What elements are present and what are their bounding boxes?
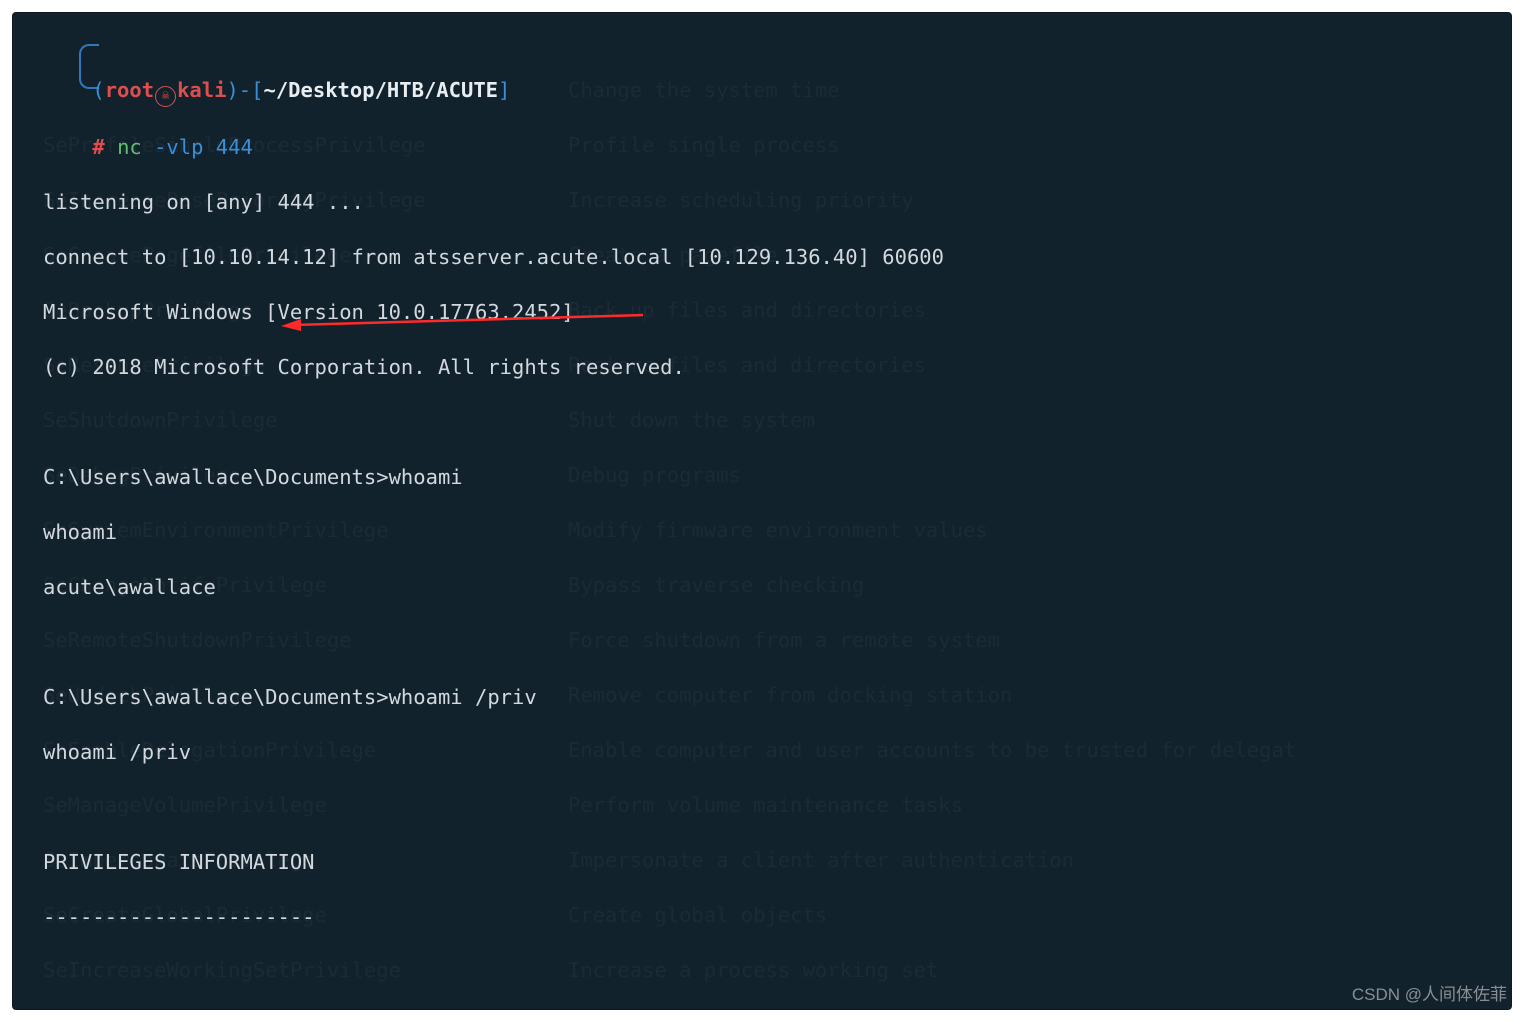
prompt-user: root — [105, 78, 154, 102]
prompt-hash: # — [92, 135, 104, 159]
prompt-line-1: (root☠kali)-[~/Desktop/HTB/ACUTE] — [43, 77, 1481, 107]
prompt-host: kali — [177, 78, 226, 102]
windows-copyright: (c) 2018 Microsoft Corporation. All righ… — [43, 354, 1481, 382]
windows-version: Microsoft Windows [Version 10.0.17763.24… — [43, 299, 1481, 327]
command-args: -vlp 444 — [154, 135, 253, 159]
priv-header: PRIVILEGES INFORMATION — [43, 849, 1481, 877]
watermark: CSDN @人间体佐菲 — [1352, 980, 1507, 1005]
echo-whoami: whoami — [43, 519, 1481, 547]
command-name: nc — [117, 135, 142, 159]
terminal-window[interactable]: Change the system time SeProfileSinglePr… — [12, 12, 1512, 1010]
skull-icon: ☠ — [155, 86, 176, 107]
echo-whoami-priv: whoami /priv — [43, 739, 1481, 767]
nc-listening: listening on [any] 444 ... — [43, 189, 1481, 217]
screenshot-frame: Change the system time SeProfileSinglePr… — [0, 0, 1524, 1022]
prompt-line-2: # nc -vlp 444 — [43, 134, 1481, 162]
cmd-whoami: C:\Users\awallace\Documents>whoami — [43, 464, 1481, 492]
nc-connect: connect to [10.10.14.12] from atsserver.… — [43, 244, 1481, 272]
whoami-result: acute\awallace — [43, 574, 1481, 602]
priv-header-rule: ---------------------- — [43, 904, 1481, 932]
terminal-output: (root☠kali)-[~/Desktop/HTB/ACUTE] # nc -… — [13, 13, 1511, 1009]
prompt-path: ~/Desktop/HTB/ACUTE — [264, 78, 499, 102]
cmd-whoami-priv: C:\Users\awallace\Documents>whoami /priv — [43, 684, 1481, 712]
